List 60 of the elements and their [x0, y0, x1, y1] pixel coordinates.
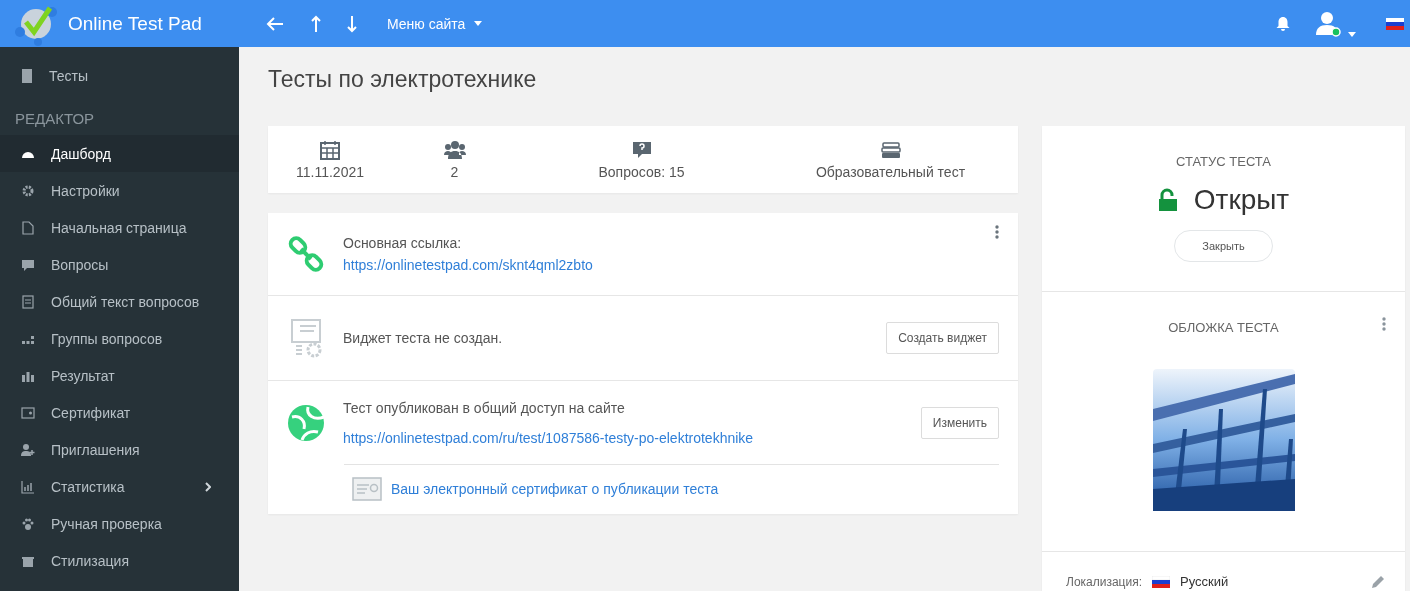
cover-heading: ОБЛОЖКА ТЕСТА: [1168, 320, 1279, 335]
sidebar-item[interactable]: Ручная проверка: [0, 505, 239, 542]
link-label: Основная ссылка:: [343, 235, 463, 251]
sidebar-item[interactable]: Дашборд: [0, 135, 239, 172]
stat-value: 2: [450, 163, 459, 180]
adduser-icon: [21, 442, 35, 457]
sidebar-item[interactable]: Результат: [0, 357, 239, 394]
main-link[interactable]: https://onlinetestpad.com/sknt4qml2zbto: [343, 257, 995, 273]
pencil-icon[interactable]: [1371, 574, 1385, 589]
localization-label: Локализация:: [1066, 574, 1143, 589]
sidebar-item[interactable]: Приглашения: [0, 431, 239, 468]
question-bubble-icon: [630, 139, 653, 160]
status-heading: СТАТУС ТЕСТА: [1175, 154, 1272, 169]
page-title: Тесты по электротехнике: [268, 66, 538, 94]
bell-icon[interactable]: [1276, 15, 1290, 32]
localization-value: Русский: [1180, 574, 1230, 589]
user-avatar-icon: [1316, 10, 1342, 37]
sidebar-item[interactable]: Группы вопросов: [0, 320, 239, 357]
flag-icon: [1152, 575, 1171, 588]
sidebar-item[interactable]: Общий текст вопросов: [0, 283, 239, 320]
down-arrow-icon[interactable]: [347, 14, 357, 33]
document-icon: [21, 68, 33, 83]
cert-icon: [21, 405, 35, 420]
chat-icon: [21, 257, 35, 272]
edit-button[interactable]: Изменить: [920, 406, 999, 439]
calendar-icon: [319, 139, 341, 160]
sidebar-item[interactable]: Настройки: [0, 172, 239, 209]
certificate-icon: [352, 477, 382, 501]
chain-link-icon: [286, 236, 326, 272]
public-link[interactable]: https://onlinetestpad.com/ru/test/1087586-testy-po-elektrotekhnike: [343, 429, 921, 446]
status-value: Открыт: [1193, 184, 1290, 216]
flag-icon[interactable]: [1386, 17, 1404, 30]
stat-value: Вопросов: 15: [598, 163, 685, 180]
caret-icon: [474, 21, 483, 26]
user-menu[interactable]: [1316, 10, 1356, 37]
chart-icon: [21, 479, 35, 494]
sidebar-item[interactable]: Статистика: [0, 468, 239, 505]
more-options-icon[interactable]: [995, 225, 999, 239]
up-arrow-icon[interactable]: [311, 14, 321, 33]
section-heading: РЕДАКТОР: [14, 109, 96, 129]
sidebar-item[interactable]: Вопросы: [0, 246, 239, 283]
doc-icon: [21, 294, 35, 309]
sidebar-item[interactable]: Тесты: [0, 57, 239, 94]
books-icon: [879, 139, 902, 160]
stat-value: Образовательный тест: [815, 163, 966, 180]
sidebar-item[interactable]: Стилизация: [0, 542, 239, 579]
back-arrow-icon[interactable]: [265, 15, 285, 32]
caret-icon: [1348, 31, 1356, 37]
more-options-icon[interactable]: [1382, 317, 1386, 331]
certificate-link[interactable]: Ваш электронный сертификат о публикации теста: [391, 481, 719, 497]
sidebar-item[interactable]: Начальная страница: [0, 209, 239, 246]
publication-status-text: Тест опубликован в общий доступ на сайте: [343, 399, 626, 416]
users-icon: [443, 139, 466, 160]
sidebar-item[interactable]: Сертификат: [0, 394, 239, 431]
create-widget-button[interactable]: Создать виджет: [886, 322, 999, 354]
widget-status-text: Виджет теста не создан.: [343, 330, 504, 346]
close-test-button[interactable]: Закрыть: [1174, 230, 1273, 262]
file-icon: [21, 220, 35, 235]
paw-icon: [21, 516, 35, 531]
stat-value: 11.11.2021: [296, 163, 364, 180]
